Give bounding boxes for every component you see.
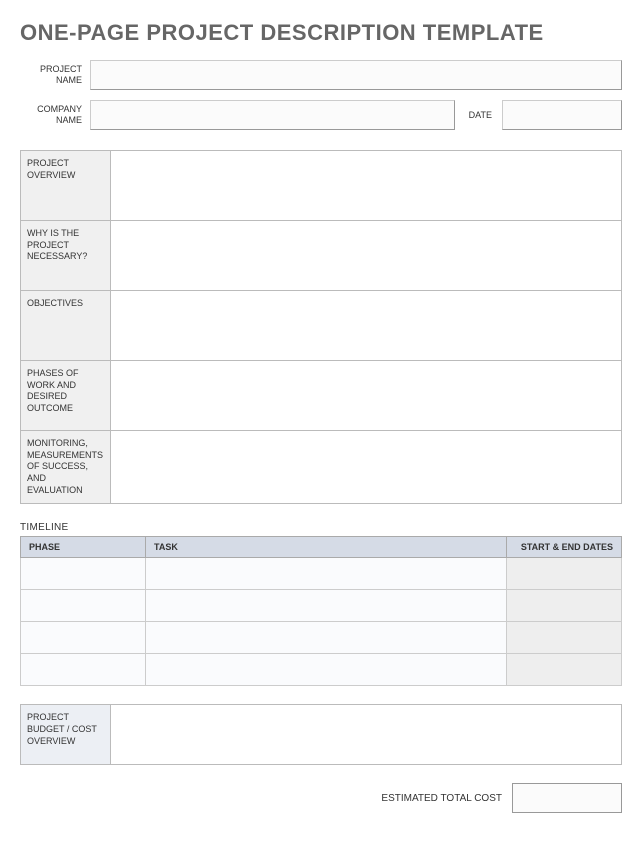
timeline-col-task: TASK	[146, 537, 507, 558]
phases-label: PHASES OF WORK AND DESIRED OUTCOME	[21, 361, 111, 431]
timeline-dates-cell[interactable]	[507, 654, 622, 686]
date-label: DATE	[455, 110, 502, 120]
timeline-phase-cell[interactable]	[21, 590, 146, 622]
budget-label: PROJECT BUDGET / COST OVERVIEW	[21, 705, 111, 765]
timeline-dates-cell[interactable]	[507, 622, 622, 654]
timeline-task-cell[interactable]	[146, 558, 507, 590]
monitoring-label: MONITORING, MEASUREMENTS OF SUCCESS, AND…	[21, 431, 111, 504]
timeline-row	[21, 654, 622, 686]
project-name-input[interactable]	[90, 60, 622, 90]
timeline-col-phase: PHASE	[21, 537, 146, 558]
timeline-task-cell[interactable]	[146, 590, 507, 622]
sections-table: PROJECT OVERVIEW WHY IS THE PROJECT NECE…	[20, 150, 622, 504]
timeline-phase-cell[interactable]	[21, 654, 146, 686]
overview-cell[interactable]	[111, 151, 622, 221]
total-label: ESTIMATED TOTAL COST	[381, 793, 512, 804]
timeline-heading: TIMELINE	[20, 522, 622, 533]
overview-label: PROJECT OVERVIEW	[21, 151, 111, 221]
timeline-phase-cell[interactable]	[21, 558, 146, 590]
timeline-row	[21, 558, 622, 590]
project-name-label: PROJECT NAME	[20, 64, 90, 86]
total-input[interactable]	[512, 783, 622, 813]
company-name-input[interactable]	[90, 100, 455, 130]
timeline-dates-cell[interactable]	[507, 558, 622, 590]
timeline-row	[21, 590, 622, 622]
budget-cell[interactable]	[111, 705, 622, 765]
page-title: ONE-PAGE PROJECT DESCRIPTION TEMPLATE	[20, 20, 622, 46]
date-input[interactable]	[502, 100, 622, 130]
why-label: WHY IS THE PROJECT NECESSARY?	[21, 221, 111, 291]
company-date-row: COMPANY NAME DATE	[20, 100, 622, 130]
timeline-dates-cell[interactable]	[507, 590, 622, 622]
timeline-row	[21, 622, 622, 654]
timeline-task-cell[interactable]	[146, 622, 507, 654]
phases-cell[interactable]	[111, 361, 622, 431]
objectives-cell[interactable]	[111, 291, 622, 361]
company-name-label: COMPANY NAME	[20, 104, 90, 126]
timeline-table: PHASE TASK START & END DATES	[20, 536, 622, 686]
monitoring-cell[interactable]	[111, 431, 622, 504]
budget-table: PROJECT BUDGET / COST OVERVIEW	[20, 704, 622, 765]
timeline-phase-cell[interactable]	[21, 622, 146, 654]
timeline-task-cell[interactable]	[146, 654, 507, 686]
why-cell[interactable]	[111, 221, 622, 291]
timeline-col-dates: START & END DATES	[507, 537, 622, 558]
project-name-row: PROJECT NAME	[20, 60, 622, 90]
objectives-label: OBJECTIVES	[21, 291, 111, 361]
total-row: ESTIMATED TOTAL COST	[20, 783, 622, 813]
